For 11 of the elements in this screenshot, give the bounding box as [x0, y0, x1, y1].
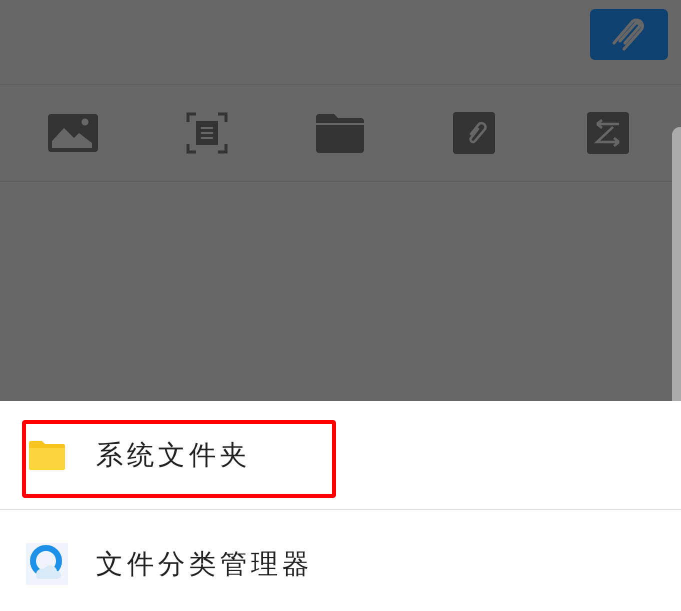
scan-icon[interactable]	[186, 112, 228, 154]
folder-icon[interactable]	[316, 113, 364, 153]
paperclip-icon[interactable]	[453, 112, 496, 154]
menu-item-label[interactable]: 系统文件夹	[96, 437, 251, 473]
image-icon[interactable]	[46, 113, 99, 153]
attach-button[interactable]	[590, 9, 668, 60]
transfer-icon[interactable]	[587, 112, 630, 154]
folder-icon	[29, 440, 65, 470]
menu-item-label[interactable]: 文件分类管理器	[96, 546, 313, 582]
file-manager-icon	[26, 543, 68, 585]
paperclip-icon	[611, 18, 647, 52]
